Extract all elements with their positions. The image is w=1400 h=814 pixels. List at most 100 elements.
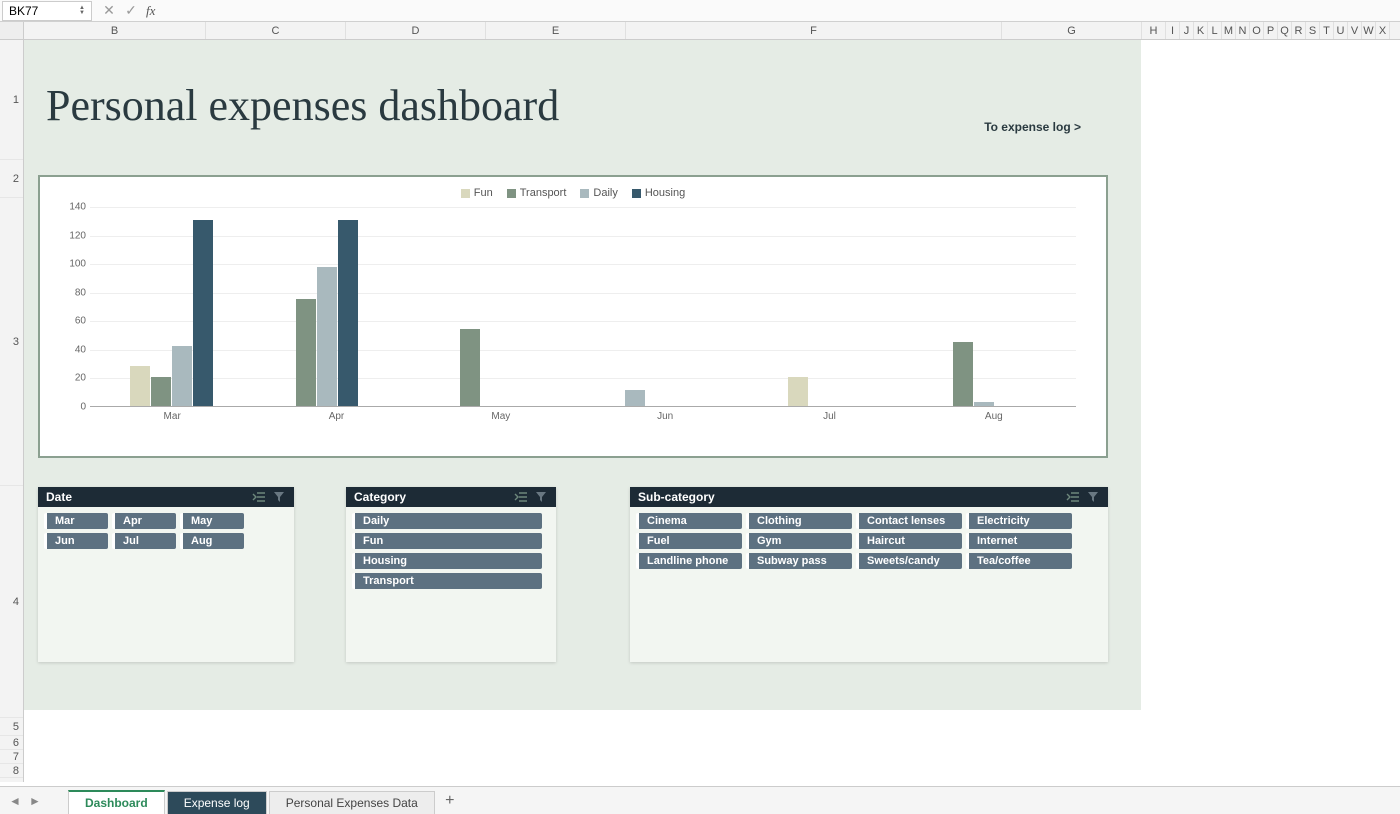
column-header-O[interactable]: O <box>1250 22 1264 39</box>
row-header-5[interactable]: 5 <box>0 718 23 736</box>
multiselect-icon[interactable] <box>514 490 528 504</box>
row-header-8[interactable]: 8 <box>0 764 23 778</box>
slicer-button[interactable]: Clothing <box>746 513 852 529</box>
multiselect-icon[interactable] <box>1066 490 1080 504</box>
slicer-button[interactable]: May <box>180 513 244 529</box>
column-header-H[interactable]: H <box>1142 22 1166 39</box>
slicer-button[interactable]: Fun <box>352 533 542 549</box>
x-label: May <box>419 411 583 422</box>
column-header-I[interactable]: I <box>1166 22 1180 39</box>
slicer-button[interactable]: Aug <box>180 533 244 549</box>
column-header-D[interactable]: D <box>346 22 486 39</box>
slicer-subcategory[interactable]: Sub-category CinemaClothingContact lense… <box>630 487 1108 662</box>
column-header-W[interactable]: W <box>1362 22 1376 39</box>
clear-filter-icon[interactable] <box>534 490 548 504</box>
column-header-S[interactable]: S <box>1306 22 1320 39</box>
fx-icon[interactable]: fx <box>146 3 155 19</box>
slicer-button[interactable]: Apr <box>112 513 176 529</box>
slicer-category[interactable]: Category Daily Fun Housing Transport <box>346 487 556 662</box>
column-header-G[interactable]: G <box>1002 22 1142 39</box>
slicer-button[interactable]: Landline phone <box>636 553 742 569</box>
accept-formula-button[interactable]: ✓ <box>120 1 142 21</box>
sheet-tab-personal-expenses-data[interactable]: Personal Expenses Data <box>269 791 435 814</box>
column-header-B[interactable]: B <box>24 22 206 39</box>
legend-item: Housing <box>632 187 685 199</box>
slicer-button[interactable]: Cinema <box>636 513 742 529</box>
column-header-E[interactable]: E <box>486 22 626 39</box>
grid-content[interactable]: Personal expenses dashboard To expense l… <box>24 40 1400 782</box>
column-header-K[interactable]: K <box>1194 22 1208 39</box>
slicer-button[interactable]: Transport <box>352 573 542 589</box>
slicer-button[interactable]: Electricity <box>966 513 1072 529</box>
chart-legend: FunTransportDailyHousing <box>40 187 1106 199</box>
name-box[interactable]: BK77 ▲▼ <box>2 1 92 21</box>
sheet-tab-expense-log[interactable]: Expense log <box>167 791 267 814</box>
column-header-U[interactable]: U <box>1334 22 1348 39</box>
column-header-J[interactable]: J <box>1180 22 1194 39</box>
cancel-formula-button[interactable]: ✕ <box>98 1 120 21</box>
row-header-4[interactable]: 4 <box>0 486 23 718</box>
select-all-corner[interactable] <box>0 22 24 39</box>
slicer-button[interactable]: Daily <box>352 513 542 529</box>
slicer-subcategory-body: CinemaClothingContact lensesElectricity F… <box>630 507 1108 575</box>
column-header-C[interactable]: C <box>206 22 346 39</box>
row-header-1[interactable]: 1 <box>0 40 23 160</box>
column-header-X[interactable]: X <box>1376 22 1390 39</box>
chart-plot-area: 020406080100120140 <box>90 207 1076 407</box>
slicer-button[interactable]: Subway pass <box>746 553 852 569</box>
y-tick: 0 <box>62 402 86 413</box>
slicer-button[interactable]: Sweets/candy <box>856 553 962 569</box>
slicer-button[interactable]: Haircut <box>856 533 962 549</box>
column-header-P[interactable]: P <box>1264 22 1278 39</box>
formula-input[interactable] <box>159 1 1400 21</box>
bar-group-May <box>459 329 482 406</box>
column-header-V[interactable]: V <box>1348 22 1362 39</box>
tab-nav-next[interactable]: ► <box>26 792 44 810</box>
column-header-T[interactable]: T <box>1320 22 1334 39</box>
slicer-date[interactable]: Date MarAprMay JunJulAug <box>38 487 294 662</box>
y-tick: 100 <box>62 259 86 270</box>
slicer-button[interactable]: Fuel <box>636 533 742 549</box>
slicer-date-header: Date <box>38 487 294 507</box>
tab-nav-prev[interactable]: ◄ <box>6 792 24 810</box>
y-tick: 40 <box>62 344 86 355</box>
column-header-Q[interactable]: Q <box>1278 22 1292 39</box>
column-header-F[interactable]: F <box>626 22 1002 39</box>
y-tick: 120 <box>62 230 86 241</box>
slicer-button[interactable]: Mar <box>44 513 108 529</box>
bar <box>172 346 192 406</box>
slicer-category-header: Category <box>346 487 556 507</box>
bar-group-Jun <box>623 390 646 406</box>
column-header-R[interactable]: R <box>1292 22 1306 39</box>
slicer-category-body: Daily Fun Housing Transport <box>346 507 556 595</box>
grid-area: 12345678 Personal expenses dashboard To … <box>0 40 1400 782</box>
slicer-button[interactable]: Gym <box>746 533 852 549</box>
slicer-button[interactable]: Contact lenses <box>856 513 962 529</box>
sheet-tab-dashboard[interactable]: Dashboard <box>68 790 165 814</box>
slicer-subcategory-title: Sub-category <box>638 490 715 504</box>
name-box-spinner[interactable]: ▲▼ <box>79 6 85 16</box>
slicer-button[interactable]: Tea/coffee <box>966 553 1072 569</box>
y-tick: 140 <box>62 202 86 213</box>
row-header-2[interactable]: 2 <box>0 160 23 198</box>
x-label: Jun <box>583 411 747 422</box>
expenses-chart[interactable]: FunTransportDailyHousing 020406080100120… <box>38 175 1108 458</box>
to-expense-log-link[interactable]: To expense log > <box>984 120 1081 134</box>
column-header-N[interactable]: N <box>1236 22 1250 39</box>
column-header-M[interactable]: M <box>1222 22 1236 39</box>
clear-filter-icon[interactable] <box>1086 490 1100 504</box>
column-header-L[interactable]: L <box>1208 22 1222 39</box>
slicer-button[interactable]: Jul <box>112 533 176 549</box>
multiselect-icon[interactable] <box>252 490 266 504</box>
slicer-button[interactable]: Housing <box>352 553 542 569</box>
slicer-date-body: MarAprMay JunJulAug <box>38 507 294 555</box>
bar <box>788 377 808 406</box>
slicer-button[interactable]: Jun <box>44 533 108 549</box>
clear-filter-icon[interactable] <box>272 490 286 504</box>
bar <box>296 299 316 406</box>
add-sheet-button[interactable]: + <box>437 792 463 810</box>
row-header-6[interactable]: 6 <box>0 736 23 750</box>
row-header-3[interactable]: 3 <box>0 198 23 486</box>
row-header-7[interactable]: 7 <box>0 750 23 764</box>
slicer-button[interactable]: Internet <box>966 533 1072 549</box>
